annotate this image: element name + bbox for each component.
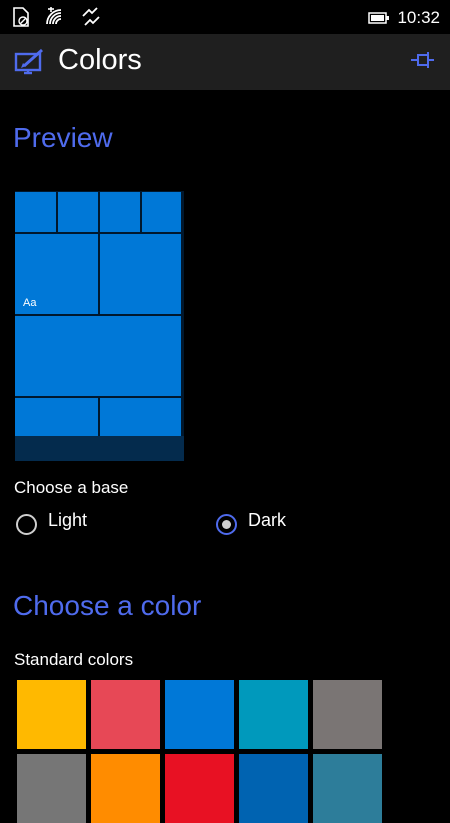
preview-gap [98,191,100,232]
app-title-bar: Colors [0,34,450,90]
pin-icon[interactable] [410,50,436,70]
color-swatch-yellow[interactable] [17,680,86,749]
status-time: 10:32 [397,8,440,27]
battery-icon [368,12,389,24]
color-swatch-teal[interactable] [239,680,308,749]
dark-radio[interactable] [216,514,237,535]
no-sim-icon [13,7,29,27]
preview-app-bar [15,436,184,461]
base-label: Choose a base [14,478,129,497]
dark-radio-label[interactable]: Dark [248,510,286,531]
color-swatch-gray-2[interactable] [17,754,86,823]
preview-gap [98,398,100,436]
light-radio-label[interactable]: Light [48,510,87,531]
page-title: Colors [58,44,142,76]
preview-gap [181,191,184,436]
preview-gap [140,191,142,232]
standard-colors-label: Standard colors [14,650,134,669]
preview-gap [56,191,58,232]
color-swatch-gray[interactable] [313,680,382,749]
light-radio[interactable] [16,514,37,535]
data-sync-icon [82,7,100,26]
color-swatch-orange[interactable] [91,754,160,823]
color-swatch-red[interactable] [91,680,160,749]
status-bar: 10:32 [0,0,450,34]
color-swatch-blue[interactable] [165,680,234,749]
dark-radio-dot [222,520,231,529]
preview-tile-text: Aa [23,297,37,309]
color-swatch-steel-blue[interactable] [313,754,382,823]
color-swatch-crimson[interactable] [165,754,234,823]
color-swatch-navy[interactable] [239,754,308,823]
preview-gap [98,234,100,314]
preview-heading: Preview [13,122,113,153]
choose-color-heading: Choose a color [13,590,202,621]
start-screen-preview: Aa [15,191,184,461]
preview-gap [15,314,184,316]
paintbrush-monitor-icon [14,48,43,75]
wifi-icon [46,7,62,25]
